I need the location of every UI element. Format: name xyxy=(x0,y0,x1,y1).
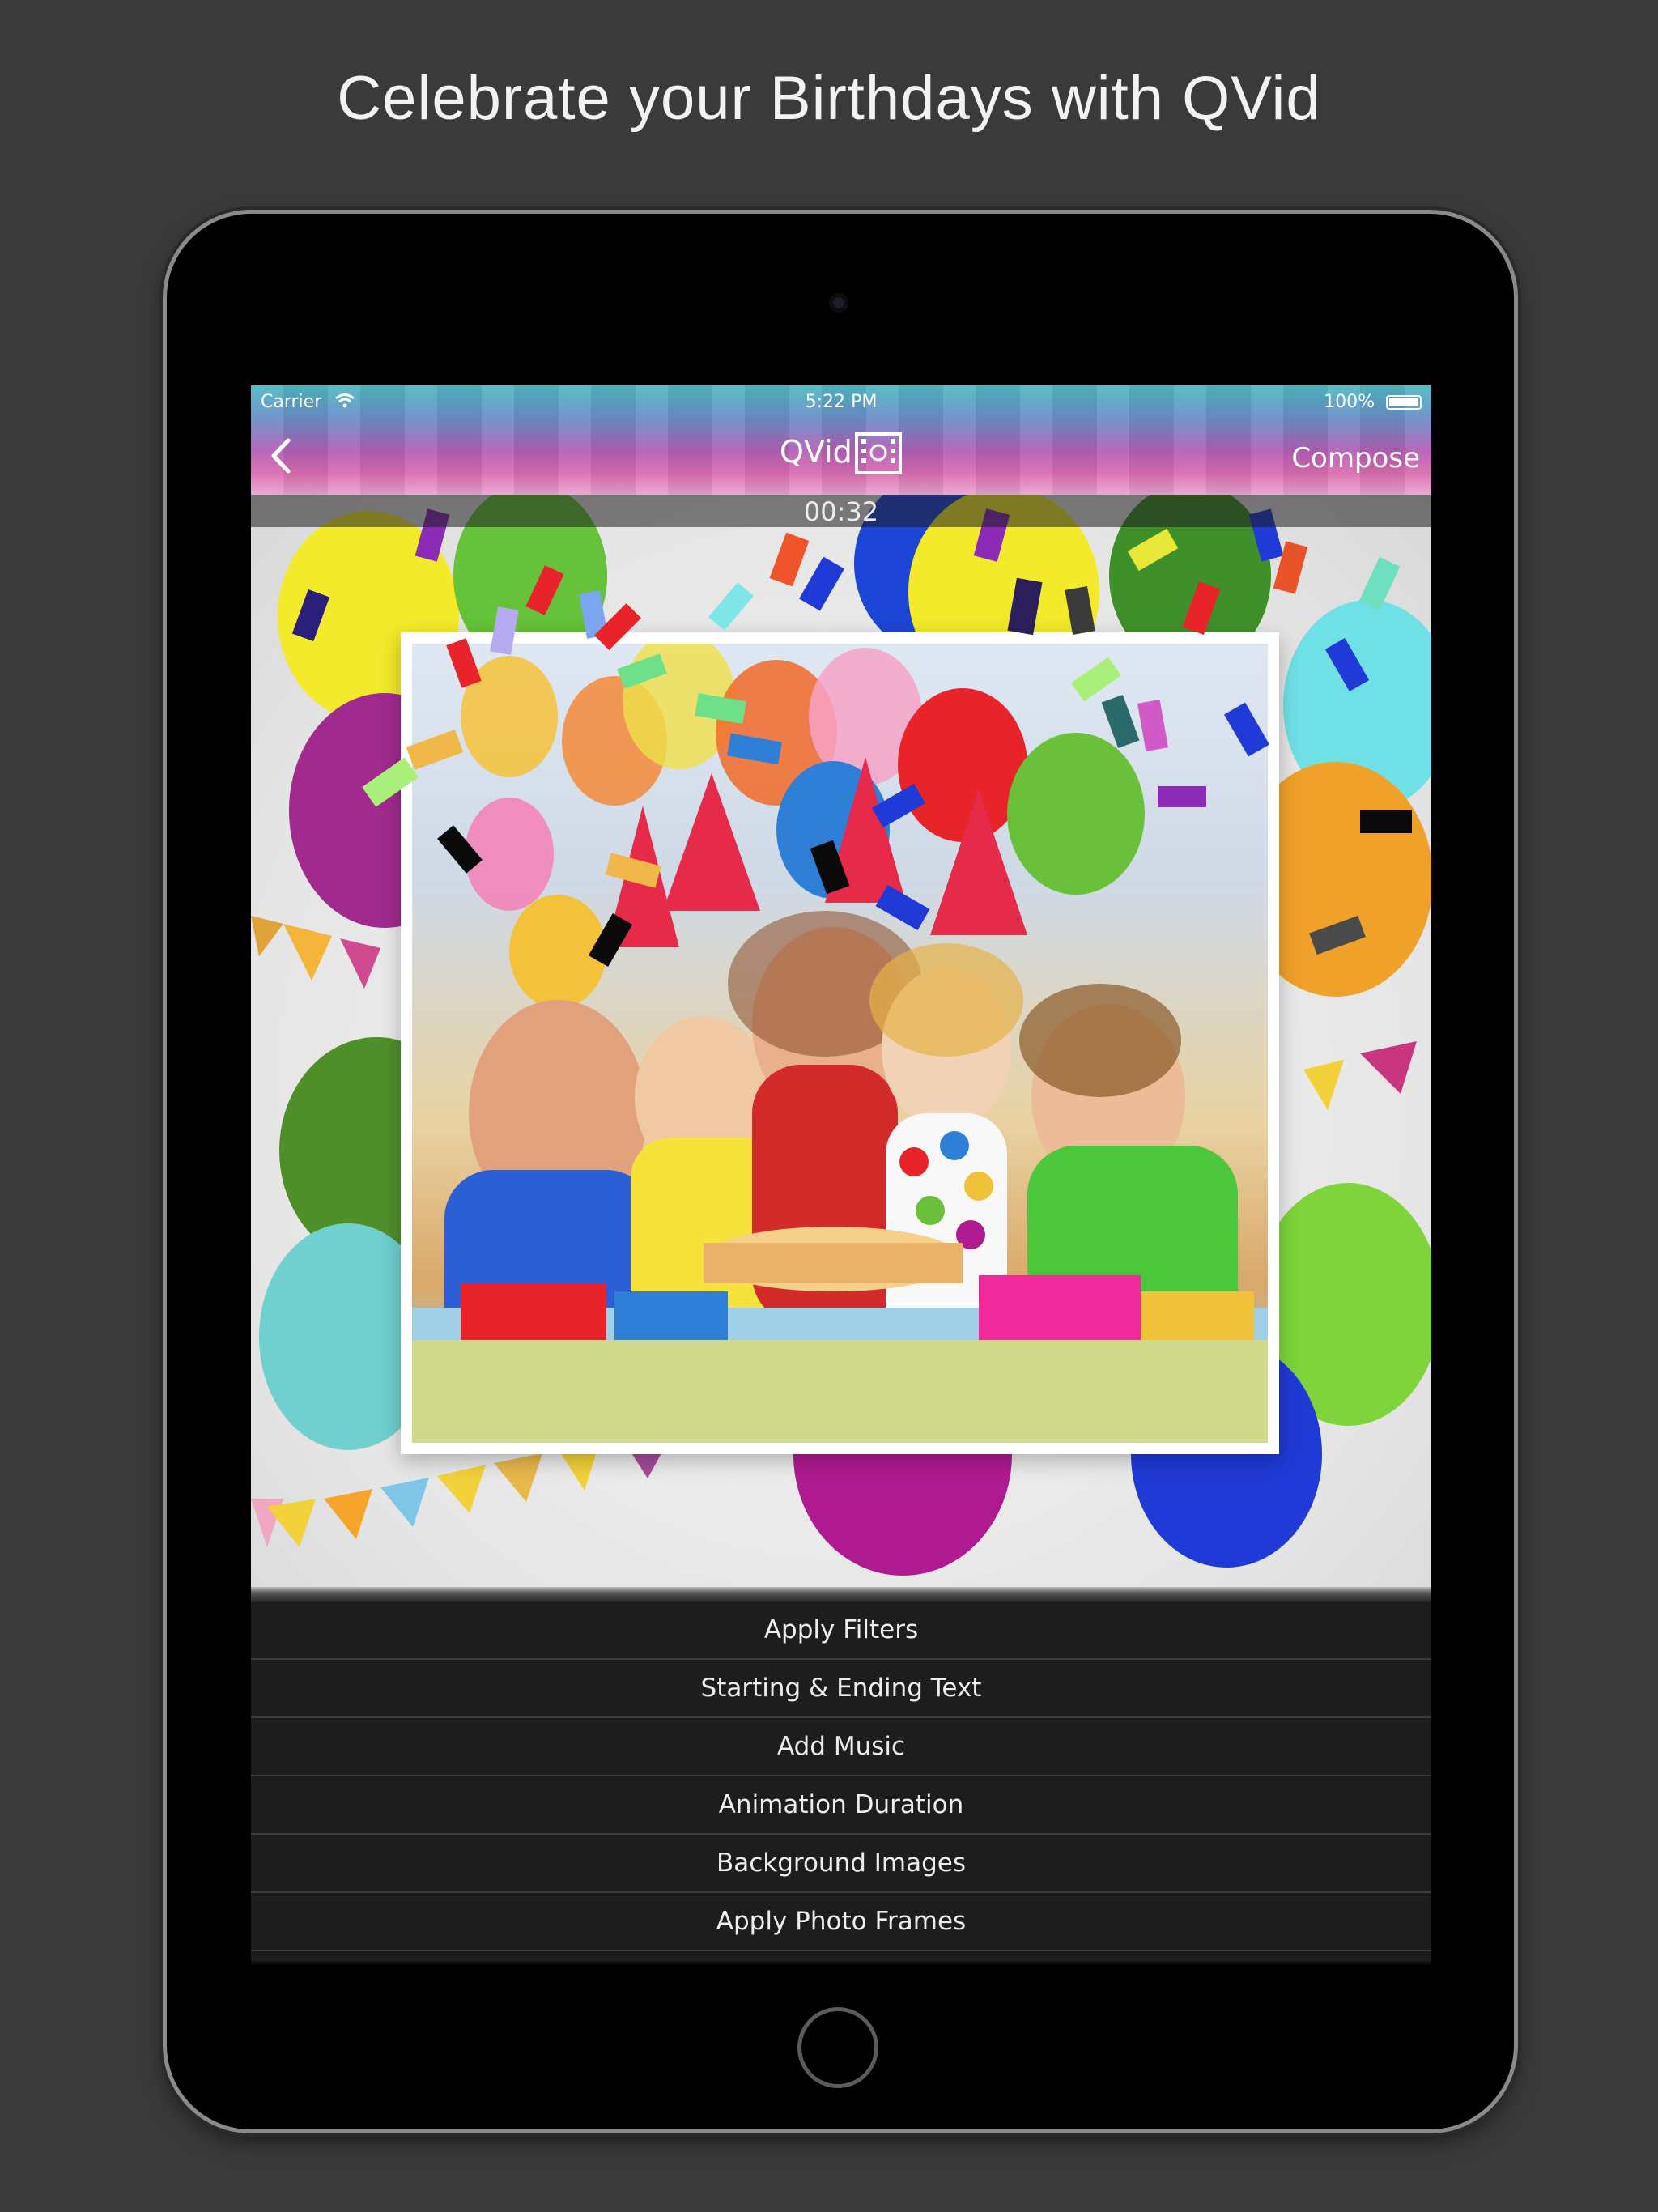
status-battery-percent: 100% xyxy=(1324,392,1375,412)
back-chevron-icon[interactable] xyxy=(269,437,293,474)
film-reel-icon xyxy=(855,432,902,474)
confetti-overlay xyxy=(291,508,1412,967)
preview-divider xyxy=(251,1587,1431,1602)
status-time: 5:22 PM xyxy=(805,392,878,412)
apply-photo-frames-button[interactable]: Apply Photo Frames xyxy=(251,1893,1431,1951)
playback-timer: 00:32 xyxy=(803,496,879,527)
animation-duration-button[interactable]: Animation Duration xyxy=(251,1776,1431,1835)
app-title: QVid xyxy=(780,434,852,470)
add-music-button[interactable]: Add Music xyxy=(251,1718,1431,1776)
background-images-button[interactable]: Background Images xyxy=(251,1835,1431,1893)
home-button[interactable] xyxy=(797,2007,878,2088)
video-preview[interactable]: 00:32 xyxy=(251,495,1431,1587)
battery-icon xyxy=(1386,395,1422,410)
starting-ending-text-button[interactable]: Starting & Ending Text xyxy=(251,1660,1431,1718)
compose-button[interactable]: Compose xyxy=(1291,442,1420,474)
headline: Celebrate your Birthdays with QVid xyxy=(337,64,1321,133)
navigation-bar: Carrier 5:22 PM 100% QVid Compose xyxy=(251,385,1431,495)
app-screen: Carrier 5:22 PM 100% QVid Compose 00:32 xyxy=(251,385,1431,1964)
options-menu: Apply Filters Starting & Ending Text Add… xyxy=(251,1602,1431,1961)
apply-filters-button[interactable]: Apply Filters xyxy=(251,1602,1431,1660)
camera-icon xyxy=(829,293,848,313)
